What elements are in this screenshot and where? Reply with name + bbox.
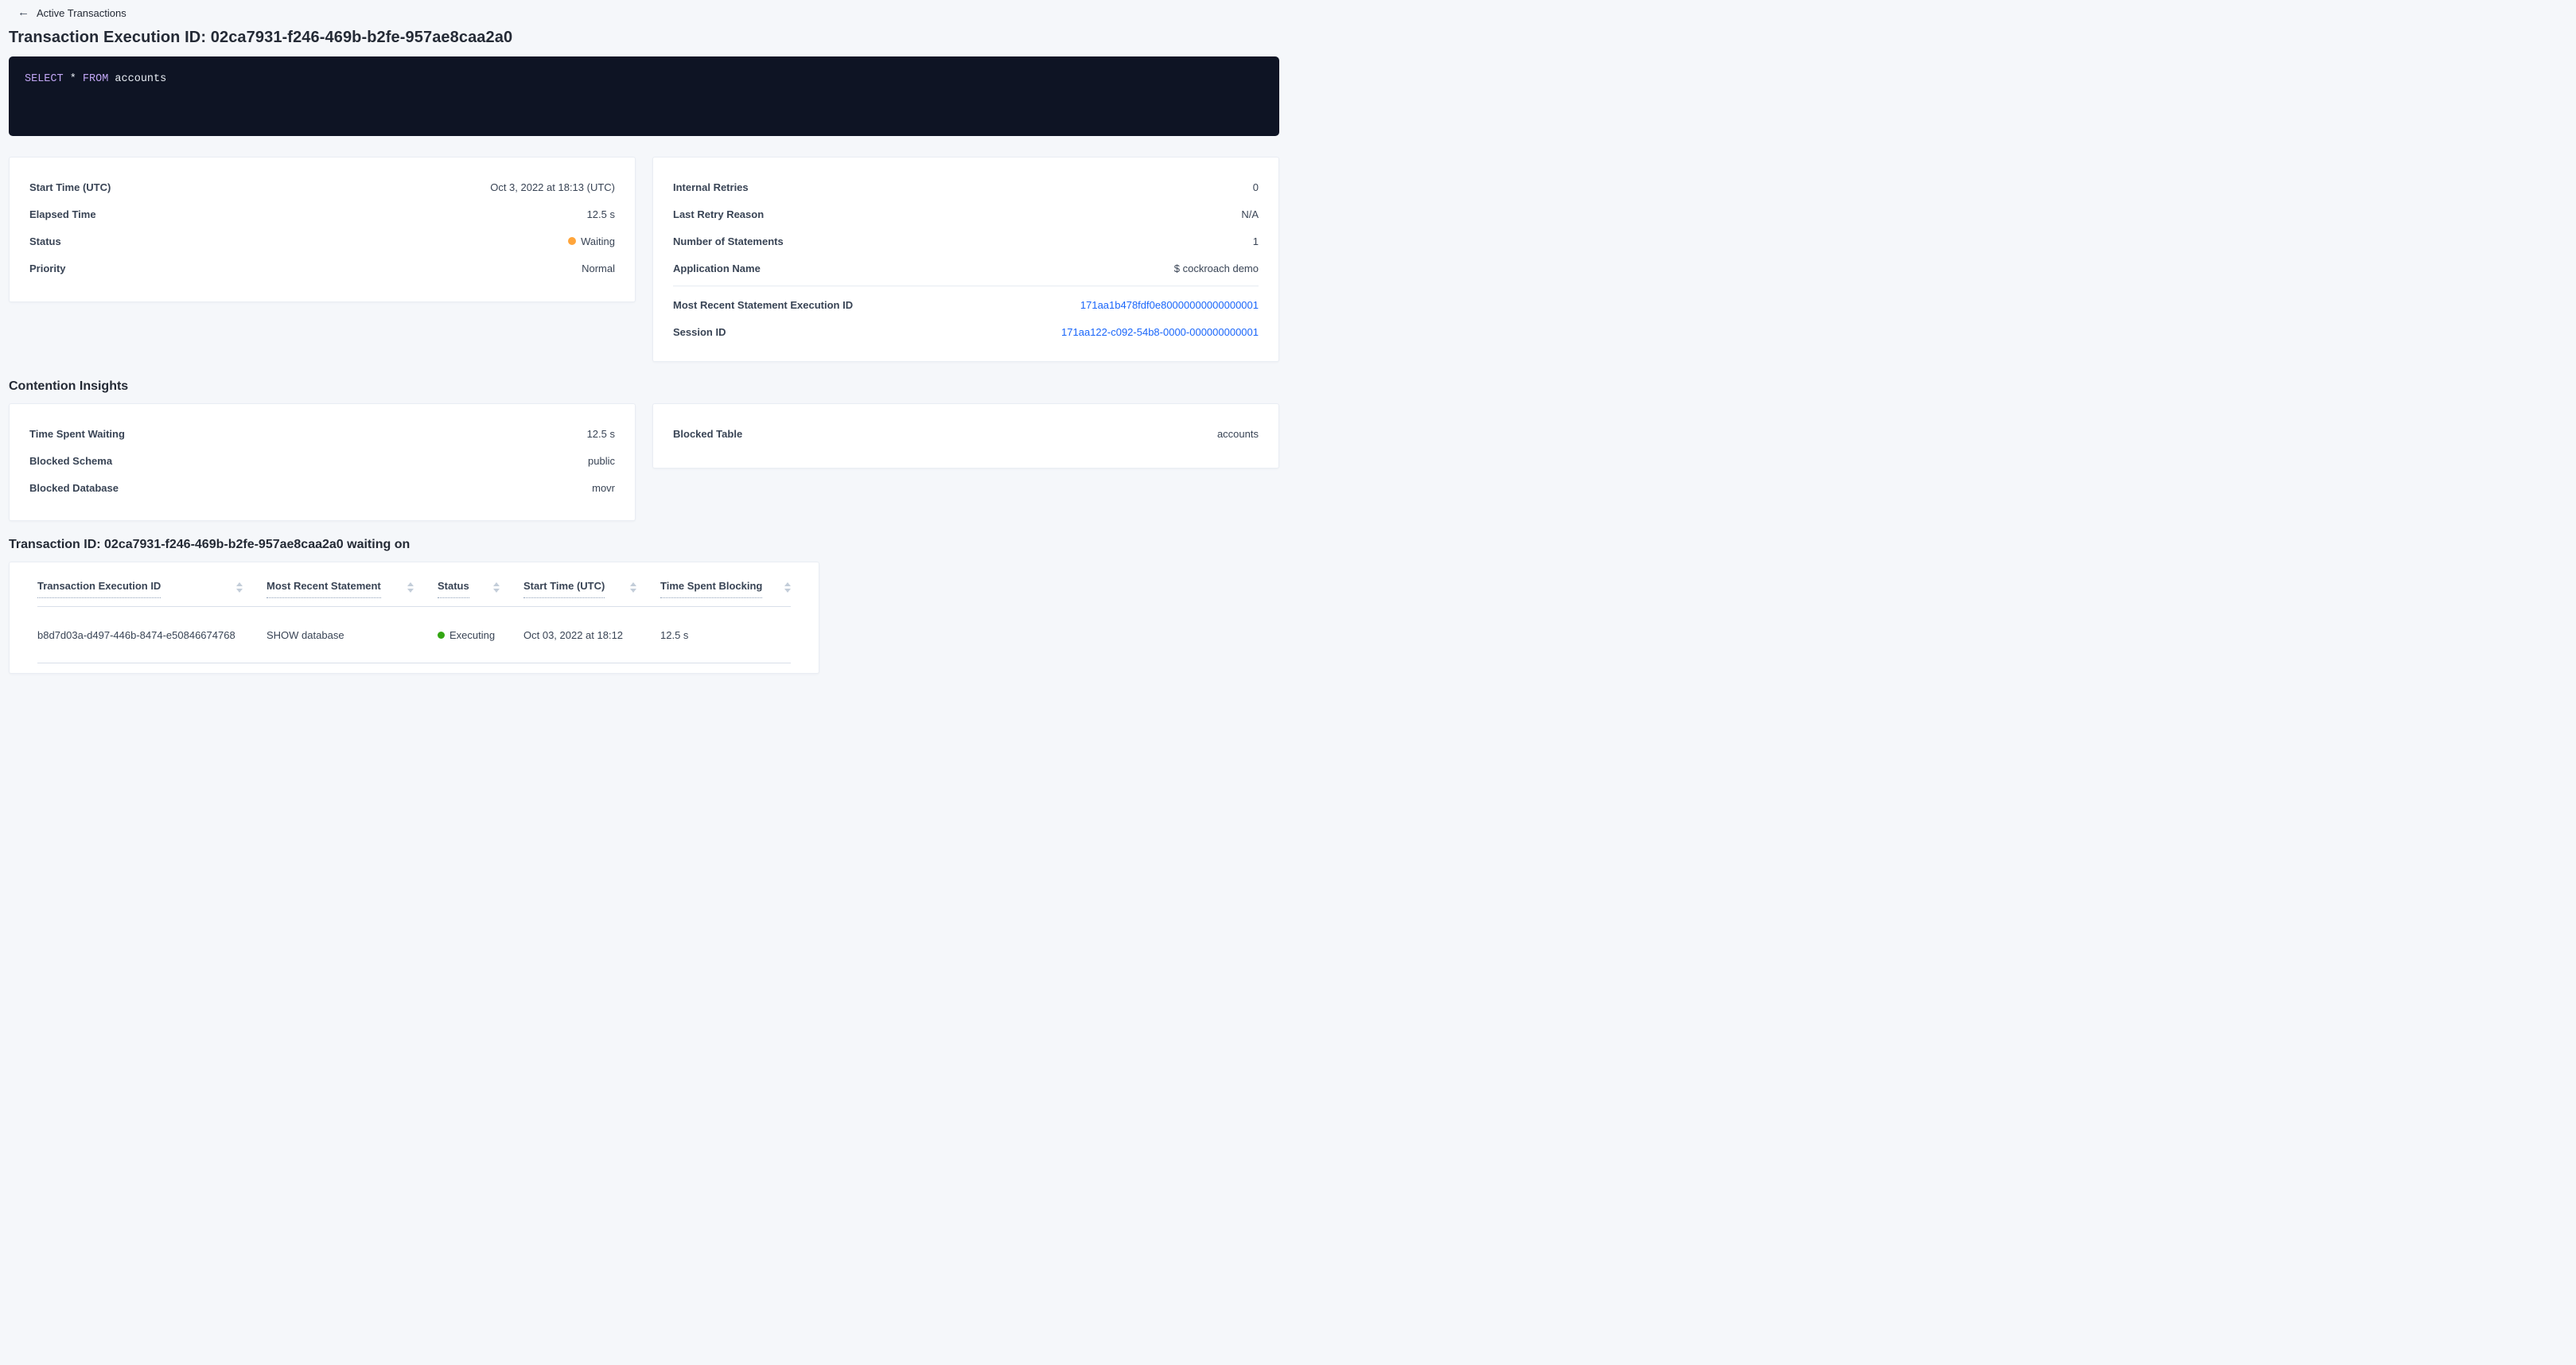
column-header-start-time: Start Time (UTC) (523, 581, 660, 598)
contention-insights-heading: Contention Insights (9, 380, 1279, 393)
executing-status-dot-icon (438, 632, 445, 639)
column-header-status: Status (438, 581, 523, 598)
column-label-status[interactable]: Status (438, 581, 469, 598)
sql-table-name: accounts (108, 73, 166, 85)
application-name-label: Application Name (673, 262, 761, 274)
table-row: b8d7d03a-d497-446b-8474-e50846674768 SHO… (37, 607, 791, 663)
column-header-transaction-execution-id: Transaction Execution ID (37, 581, 267, 598)
column-label-start-time[interactable]: Start Time (UTC) (523, 581, 605, 598)
waiting-status-dot-icon (568, 237, 576, 245)
page-title: Transaction Execution ID: 02ca7931-f246-… (9, 29, 1279, 45)
column-header-time-spent-blocking: Time Spent Blocking (660, 581, 791, 598)
elapsed-time-row: Elapsed Time 12.5 s (29, 200, 615, 228)
column-header-most-recent-statement: Most Recent Statement (267, 581, 438, 598)
column-label-most-recent-statement[interactable]: Most Recent Statement (267, 581, 381, 598)
number-of-statements-row: Number of Statements 1 (673, 228, 1259, 255)
waiting-on-table: Transaction Execution ID Most Recent Sta… (9, 562, 819, 674)
cell-time-spent-blocking: 12.5 s (660, 629, 791, 641)
executing-status-text: Executing (449, 629, 495, 641)
statement-execution-id-row: Most Recent Statement Execution ID 171aa… (673, 291, 1259, 318)
application-name-row: Application Name $ cockroach demo (673, 255, 1259, 282)
summary-card-right: Internal Retries 0 Last Retry Reason N/A… (652, 157, 1279, 362)
status-row: Status Waiting (29, 228, 615, 255)
cell-start-time: Oct 03, 2022 at 18:12 (523, 629, 660, 641)
internal-retries-row: Internal Retries 0 (673, 173, 1259, 200)
internal-retries-value: 0 (1253, 181, 1259, 193)
blocked-database-value: movr (592, 482, 615, 494)
blocked-schema-value: public (588, 455, 615, 467)
application-name-value: $ cockroach demo (1174, 262, 1259, 274)
session-id-row: Session ID 171aa122-c092-54b8-0000-00000… (673, 318, 1259, 345)
sql-keyword-from: FROM (83, 73, 108, 85)
cell-transaction-execution-id: b8d7d03a-d497-446b-8474-e50846674768 (37, 629, 267, 641)
priority-value: Normal (582, 262, 615, 274)
statement-execution-id-link[interactable]: 171aa1b478fdf0e80000000000000001 (1080, 299, 1259, 311)
sort-icon[interactable] (630, 581, 636, 593)
blocked-schema-label: Blocked Schema (29, 455, 112, 467)
summary-cards-row: Start Time (UTC) Oct 3, 2022 at 18:13 (U… (9, 157, 1279, 362)
last-retry-reason-label: Last Retry Reason (673, 208, 764, 220)
contention-cards-row: Time Spent Waiting 12.5 s Blocked Schema… (9, 403, 1279, 521)
sort-icon[interactable] (493, 581, 500, 593)
sort-icon[interactable] (407, 581, 414, 593)
cell-most-recent-statement: SHOW database (267, 629, 438, 641)
session-id-label: Session ID (673, 326, 726, 338)
number-of-statements-label: Number of Statements (673, 235, 784, 247)
sql-statement-box: SELECT * FROM accounts (9, 56, 1279, 136)
priority-label: Priority (29, 262, 66, 274)
waiting-on-table-header: Transaction Execution ID Most Recent Sta… (37, 562, 791, 607)
column-label-transaction-execution-id[interactable]: Transaction Execution ID (37, 581, 161, 598)
waiting-on-heading: Transaction ID: 02ca7931-f246-469b-b2fe-… (9, 539, 1279, 551)
status-label: Status (29, 235, 61, 247)
sort-icon[interactable] (784, 581, 791, 593)
blocked-table-row: Blocked Table accounts (673, 420, 1259, 447)
breadcrumb-label: Active Transactions (37, 7, 126, 19)
summary-card-left: Start Time (UTC) Oct 3, 2022 at 18:13 (U… (9, 157, 636, 302)
blocked-schema-row: Blocked Schema public (29, 447, 615, 474)
cell-status: Executing (438, 629, 523, 641)
session-id-link[interactable]: 171aa122-c092-54b8-0000-000000000001 (1061, 326, 1259, 338)
contention-card-right: Blocked Table accounts (652, 403, 1279, 469)
statement-execution-id-label: Most Recent Statement Execution ID (673, 299, 853, 311)
column-label-time-spent-blocking[interactable]: Time Spent Blocking (660, 581, 762, 598)
last-retry-reason-value: N/A (1241, 208, 1259, 220)
last-retry-reason-row: Last Retry Reason N/A (673, 200, 1259, 228)
time-spent-waiting-value: 12.5 s (587, 428, 615, 440)
start-time-value: Oct 3, 2022 at 18:13 (UTC) (490, 181, 615, 193)
sort-icon[interactable] (236, 581, 243, 593)
transaction-details-page: ← Active Transactions Transaction Execut… (0, 0, 1288, 674)
time-spent-waiting-row: Time Spent Waiting 12.5 s (29, 420, 615, 447)
time-spent-waiting-label: Time Spent Waiting (29, 428, 125, 440)
back-arrow-icon: ← (18, 7, 29, 18)
contention-card-left: Time Spent Waiting 12.5 s Blocked Schema… (9, 403, 636, 521)
sql-keyword-select: SELECT (25, 73, 64, 85)
status-text: Waiting (581, 235, 615, 247)
priority-row: Priority Normal (29, 255, 615, 282)
start-time-row: Start Time (UTC) Oct 3, 2022 at 18:13 (U… (29, 173, 615, 200)
start-time-label: Start Time (UTC) (29, 181, 111, 193)
blocked-table-value: accounts (1217, 428, 1259, 440)
breadcrumb-active-transactions[interactable]: ← Active Transactions (18, 6, 1279, 19)
status-value: Waiting (568, 235, 615, 247)
number-of-statements-value: 1 (1253, 235, 1259, 247)
blocked-database-row: Blocked Database movr (29, 474, 615, 501)
elapsed-time-label: Elapsed Time (29, 208, 96, 220)
sql-star: * (64, 73, 83, 85)
elapsed-time-value: 12.5 s (587, 208, 615, 220)
blocked-database-label: Blocked Database (29, 482, 119, 494)
blocked-table-label: Blocked Table (673, 428, 742, 440)
internal-retries-label: Internal Retries (673, 181, 749, 193)
